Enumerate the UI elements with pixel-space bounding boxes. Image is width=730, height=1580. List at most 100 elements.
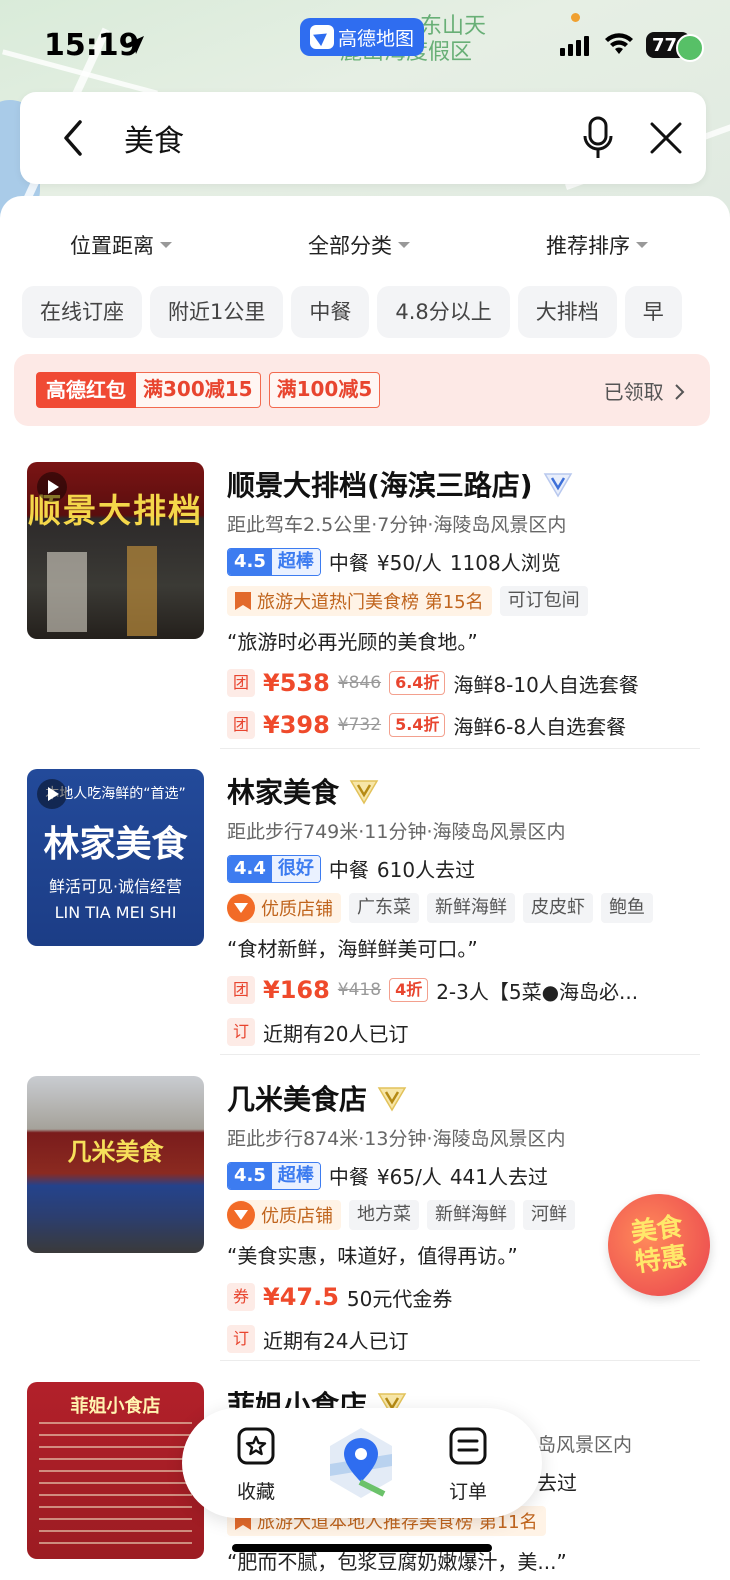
rating-word: 超棒 <box>271 1162 320 1189</box>
back-arrow-icon[interactable] <box>54 116 94 160</box>
deal-description: 海鲜6-8人自选套餐 <box>453 714 627 739</box>
float-promo-line: 特惠 <box>633 1241 689 1279</box>
quality-badge-icon <box>227 894 255 922</box>
play-video-icon[interactable] <box>37 472 67 502</box>
status-bar: 15:19 高德地图 77 <box>0 0 730 90</box>
tag-row: 旅游大道热门美食榜 第15名 可订包间 <box>227 586 707 616</box>
user-avatar-dot[interactable] <box>676 34 704 62</box>
chip-breakfast[interactable]: 早 <box>624 286 682 338</box>
red-packet-banner[interactable]: 高德红包 满300减15 满100减5 已领取 <box>14 354 710 426</box>
restaurant-info: 林家美食 距此步行749米·11分钟·海陵岛风景区内 4.4 很好 中餐 610人… <box>227 769 707 1046</box>
rating-row: 4.5 超棒 中餐 ¥65/人 441人去过 <box>227 1161 707 1190</box>
group-deal[interactable]: 团 ¥398 ¥732 5.4折 海鲜6-8人自选套餐 <box>227 711 707 739</box>
nav-favorites[interactable]: 收藏 <box>216 1426 296 1504</box>
rating-word: 超棒 <box>271 548 320 575</box>
deal-description: 50元代金券 <box>346 1286 453 1311</box>
restaurant-name: 几米美食店 <box>227 1083 368 1116</box>
popularity: 1108人浏览 <box>449 551 561 575</box>
filter-category[interactable]: 全部分类 <box>308 230 410 260</box>
menu-board-title: 菲姐小食店 <box>70 1396 161 1417</box>
ranking-text: 旅游大道热门美食榜 第15名 <box>257 592 484 613</box>
feature-tag: 新鲜海鲜 <box>427 1200 515 1230</box>
quality-shop-badge: 优质店铺 <box>227 893 341 923</box>
quality-shop-label: 优质店铺 <box>261 1206 333 1227</box>
rating-badge: 4.5 超棒 <box>227 1161 321 1190</box>
quality-shop-badge: 优质店铺 <box>227 1200 341 1230</box>
chip-online-booking[interactable]: 在线订座 <box>22 286 142 338</box>
filter-sort[interactable]: 推荐排序 <box>546 230 648 260</box>
quality-badge-icon <box>227 1201 255 1229</box>
filter-bar: 位置距离 全部分类 推荐排序 <box>0 230 730 270</box>
avg-price: ¥50/人 <box>376 551 442 575</box>
restaurant-photo[interactable]: 几米美食 <box>27 1076 204 1253</box>
dropdown-arrow-icon <box>160 242 172 248</box>
chip-chinese-food[interactable]: 中餐 <box>291 286 370 338</box>
close-icon[interactable] <box>646 118 686 158</box>
rating-badge: 4.4 很好 <box>227 854 321 883</box>
feature-tag: 广东菜 <box>349 893 419 923</box>
nav-orders[interactable]: 订单 <box>428 1426 508 1504</box>
map-pin-icon[interactable] <box>326 1424 396 1502</box>
restaurant-distance: 距此驾车2.5公里·7分钟·海陵岛风景区内 <box>227 514 567 536</box>
booking-info[interactable]: 订 近期有24人已订 <box>227 1325 707 1353</box>
promo-coupons: 高德红包 满300减15 满100减5 <box>36 372 381 408</box>
verified-v-gold-icon <box>377 1084 407 1112</box>
privacy-indicator-dot <box>571 13 580 22</box>
group-deal[interactable]: 团 ¥168 ¥418 4折 2-3人【5菜●海岛必... <box>227 976 707 1004</box>
cuisine-type: 中餐 <box>328 858 369 882</box>
deal-original-price: ¥846 <box>337 673 382 693</box>
group-deal[interactable]: 团 ¥538 ¥846 6.4折 海鲜8-10人自选套餐 <box>227 669 707 697</box>
ranking-badge[interactable]: 旅游大道热门美食榜 第15名 <box>227 586 492 616</box>
cuisine-type: 中餐 <box>328 551 369 575</box>
filter-distance[interactable]: 位置距离 <box>70 230 172 260</box>
restaurant-name: 林家美食 <box>227 776 340 809</box>
deal-original-price: ¥418 <box>337 980 382 1000</box>
app-switch-badge[interactable]: 高德地图 <box>300 18 424 56</box>
home-indicator[interactable] <box>232 1544 492 1552</box>
storefront-door <box>127 546 157 636</box>
verified-v-icon <box>543 470 573 498</box>
location-arrow-icon <box>126 36 144 54</box>
restaurant-photo[interactable]: 本地人吃海鲜的“首选” 林家美食 鲜活可见·诚信经营 LIN TIA MEI S… <box>27 769 204 946</box>
quick-filter-chips: 在线订座 附近1公里 中餐 4.8分以上 大排档早 <box>22 286 730 338</box>
quality-shop-label: 优质店铺 <box>261 899 333 920</box>
deal-discount: 4折 <box>389 978 429 1002</box>
dropdown-arrow-icon <box>636 242 648 248</box>
shop-sign-sub: 鲜活可见·诚信经营 <box>48 877 183 896</box>
nav-favorites-label: 收藏 <box>236 1481 275 1503</box>
restaurant-name: 顺景大排档(海滨三路店) <box>227 469 533 502</box>
rating-badge: 4.5 超棒 <box>227 547 321 576</box>
orders-list-icon <box>449 1427 487 1465</box>
popularity: 610人去过 <box>376 858 476 882</box>
voucher-icon: 券 <box>227 1283 255 1311</box>
microphone-icon[interactable] <box>580 114 616 162</box>
divider <box>220 748 700 749</box>
battery-level: 77 <box>652 34 678 56</box>
play-video-icon[interactable] <box>37 779 67 809</box>
group-deal-icon: 团 <box>227 976 255 1004</box>
search-input[interactable] <box>124 118 544 158</box>
rating-row: 4.5 超棒 中餐 ¥50/人 1108人浏览 <box>227 547 707 576</box>
promo-claimed-link[interactable]: 已领取 <box>604 376 686 405</box>
booking-text: 近期有24人已订 <box>263 1328 409 1353</box>
booking-info[interactable]: 订 近期有20人已订 <box>227 1018 707 1046</box>
cuisine-type: 中餐 <box>328 1165 369 1189</box>
deal-price: ¥168 <box>263 976 330 1004</box>
chip-rating-4-8[interactable]: 4.8分以上 <box>377 286 510 338</box>
dropdown-arrow-icon <box>398 242 410 248</box>
rating-score: 4.5 <box>228 548 272 575</box>
menu-board-lines <box>39 1422 192 1546</box>
divider <box>220 1360 700 1361</box>
booking-icon: 订 <box>227 1325 255 1353</box>
divider <box>220 1054 700 1055</box>
deal-discount: 5.4折 <box>389 713 446 737</box>
restaurant-photo[interactable]: 顺景大排档 <box>27 462 204 639</box>
chip-food-stall[interactable]: 大排档 <box>517 286 617 338</box>
promo-brand: 高德红包 <box>36 372 136 408</box>
avg-price: ¥65/人 <box>376 1165 442 1189</box>
promo-claimed-label: 已领取 <box>603 380 664 404</box>
feature-tag: 新鲜海鲜 <box>427 893 515 923</box>
restaurant-photo[interactable]: 菲姐小食店 <box>27 1382 204 1559</box>
shop-sign-text: 林家美食 <box>43 824 188 865</box>
chip-nearby-1km[interactable]: 附近1公里 <box>150 286 284 338</box>
